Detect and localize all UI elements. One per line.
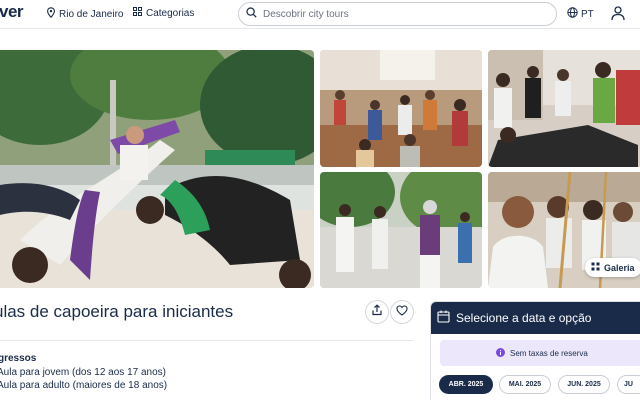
wishlist-button[interactable] — [390, 300, 414, 324]
gallery-photo[interactable] — [320, 50, 482, 167]
share-button[interactable] — [365, 300, 389, 324]
top-navigation-bar: ver Rio de Janeiro Categorias PT — [0, 0, 640, 29]
month-chip[interactable]: JUN. 2025 — [558, 375, 610, 394]
gallery-button-label: Galeria — [604, 262, 635, 273]
month-chip[interactable]: JU — [617, 375, 640, 394]
info-icon — [496, 347, 505, 359]
month-chip-selected[interactable]: ABR. 2025 — [439, 375, 493, 394]
map-pin-icon — [46, 7, 56, 21]
share-icon — [371, 303, 383, 321]
tickets-heading: gressos — [0, 353, 37, 364]
search-icon — [246, 5, 257, 23]
search-bar[interactable] — [238, 2, 557, 26]
globe-icon — [567, 7, 578, 21]
open-gallery-button[interactable]: Galeria — [585, 258, 640, 277]
location-label: Rio de Janeiro — [59, 8, 124, 20]
gallery-main-photo[interactable] — [0, 50, 314, 288]
no-fees-notice: Sem taxas de reserva — [440, 340, 640, 366]
language-label: PT — [581, 8, 594, 20]
booking-panel-title: Selecione a data e opção — [456, 311, 592, 325]
activity-title: ulas de capoeira para iniciantes — [0, 302, 234, 321]
categories-label: Categorias — [146, 7, 195, 19]
gallery-photo[interactable] — [320, 172, 482, 288]
booking-panel-header: Selecione a data e opção — [431, 302, 640, 334]
gallery-photo[interactable] — [488, 50, 640, 167]
location-selector[interactable]: Rio de Janeiro — [46, 7, 123, 21]
ticket-option: Aula para jovem (dos 12 aos 17 anos) — [0, 367, 166, 378]
section-divider — [0, 340, 413, 341]
heart-icon — [396, 303, 408, 321]
categories-menu[interactable]: Categorias — [133, 7, 194, 19]
user-icon[interactable] — [610, 5, 626, 26]
site-logo[interactable]: ver — [0, 2, 24, 22]
no-fees-text: Sem taxas de reserva — [510, 348, 588, 358]
ticket-option: Aula para adulto (maiores de 18 anos) — [0, 380, 168, 391]
search-input[interactable] — [263, 8, 523, 20]
calendar-icon — [437, 310, 450, 326]
booking-panel: Selecione a data e opção Sem taxas de re… — [430, 301, 640, 400]
month-chip[interactable]: MAI. 2025 — [499, 375, 551, 394]
language-selector[interactable]: PT — [567, 7, 594, 21]
grid-icon — [591, 262, 600, 273]
grid-icon — [133, 7, 142, 19]
